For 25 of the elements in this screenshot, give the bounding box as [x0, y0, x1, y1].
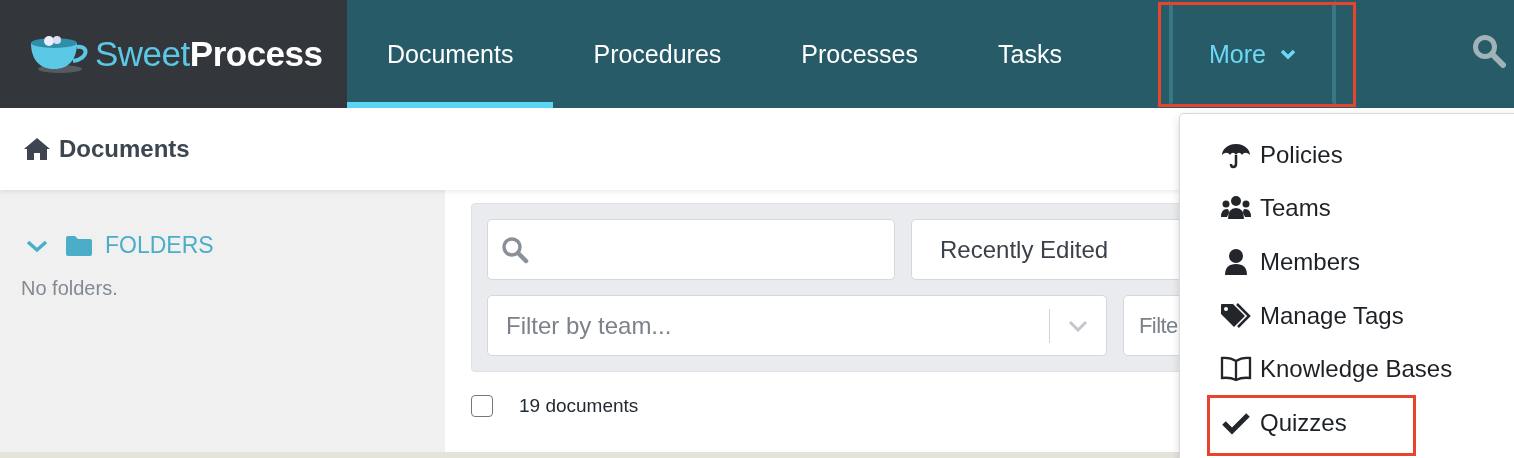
select-all-checkbox[interactable]: [471, 395, 493, 417]
tags-icon: [1220, 302, 1252, 329]
menu-item[interactable]: Knowledge Bases: [1180, 342, 1514, 396]
menu-item[interactable]: Quizzes: [1180, 395, 1514, 450]
open-book-icon: [1220, 356, 1252, 383]
group-icon: [1220, 195, 1252, 222]
home-icon[interactable]: [23, 137, 51, 161]
nav-tab[interactable]: Documents: [347, 0, 554, 108]
chevron-icon: [1068, 319, 1088, 332]
document-count: 19 documents: [519, 395, 639, 417]
empty-message: No folders.: [21, 277, 119, 300]
search-field[interactable]: [487, 219, 895, 280]
menu-item[interactable]: Policies: [1180, 128, 1514, 182]
more-menu-button[interactable]: More: [1168, 0, 1336, 108]
folder-icon: [65, 234, 93, 257]
search-icon[interactable]: [1472, 34, 1506, 68]
nav-tab[interactable]: Processes: [761, 0, 959, 108]
caret-icon: [1279, 48, 1296, 60]
nav-tab[interactable]: Tasks: [958, 0, 1102, 108]
team-filter[interactable]: Filter by team...: [487, 295, 1107, 356]
page-title: Documents: [59, 135, 190, 163]
checkmark-icon: [1220, 410, 1252, 435]
nav-tab[interactable]: Procedures: [553, 0, 762, 108]
search-icon: [501, 235, 529, 264]
menu-item[interactable]: Manage Tags: [1180, 288, 1514, 343]
